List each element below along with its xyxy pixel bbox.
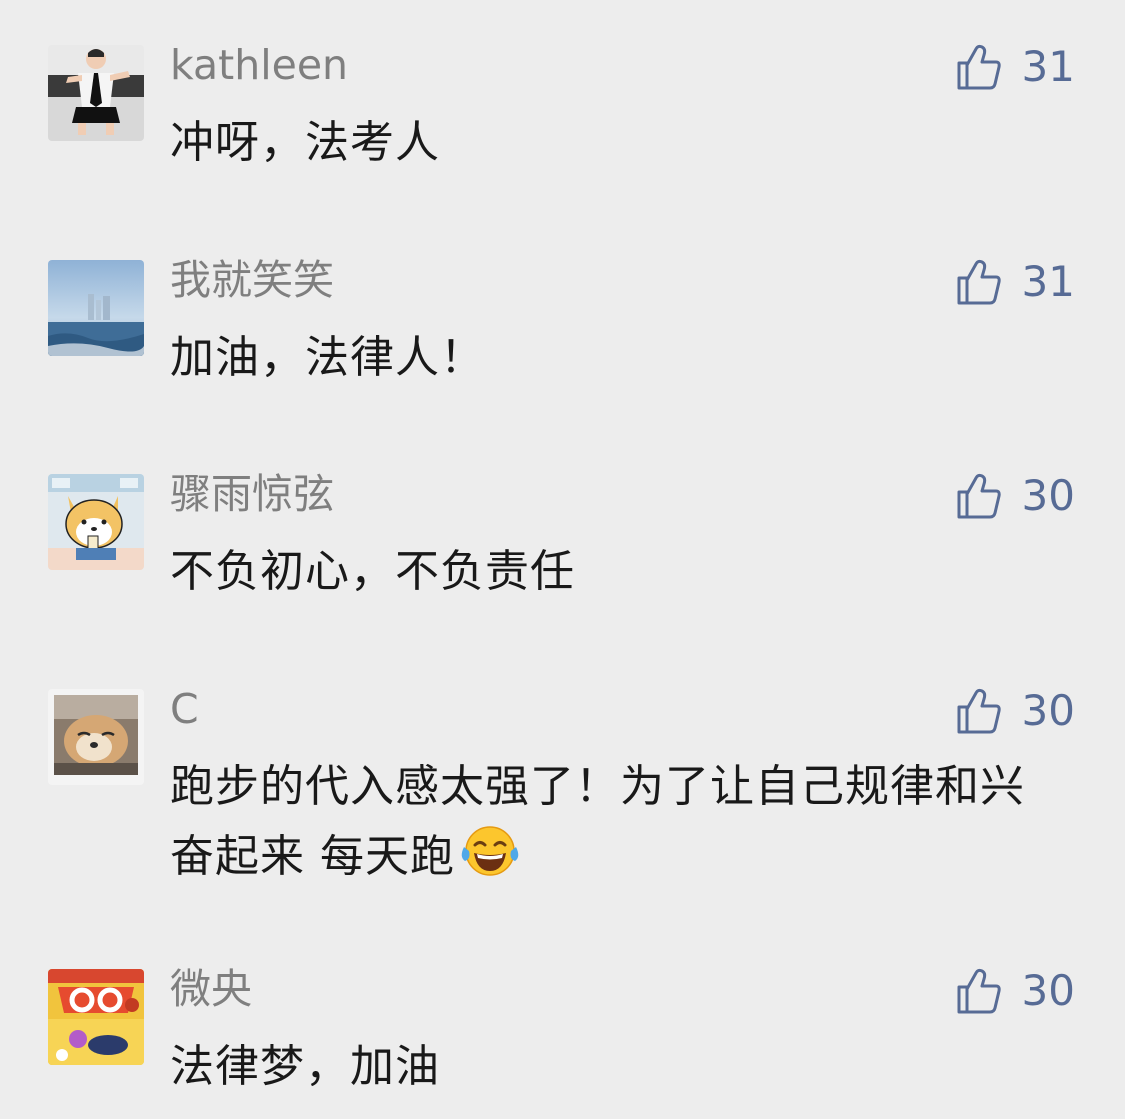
thumbs-up-icon <box>957 688 1001 734</box>
comment-text: 法律梦，加油 <box>170 1041 440 1092</box>
nickname[interactable]: C <box>170 683 199 735</box>
like-count: 30 <box>1021 966 1075 1015</box>
like-count: 30 <box>1021 471 1075 520</box>
city-sea-avatar <box>48 260 144 356</box>
nickname[interactable]: 骤雨惊弦 <box>170 468 334 520</box>
thumbs-up-icon <box>957 968 1001 1014</box>
avatar[interactable] <box>48 689 144 785</box>
like-count: 31 <box>1021 257 1075 306</box>
nickname[interactable]: 微央 <box>170 963 252 1015</box>
shiba-dog-avatar <box>48 689 144 785</box>
cartoon-dog-avatar <box>48 474 144 570</box>
baby-photo-avatar <box>48 45 144 141</box>
avatar[interactable] <box>48 45 144 141</box>
like-button[interactable]: 31 <box>956 256 1075 308</box>
comment-text: 不负初心，不负责任 <box>170 546 575 597</box>
like-button[interactable]: 31 <box>956 41 1075 93</box>
comment-text: 加油，法律人！ <box>170 332 485 383</box>
like-button[interactable]: 30 <box>956 965 1075 1017</box>
like-count: 31 <box>1021 42 1075 91</box>
nickname[interactable]: 我就笑笑 <box>170 254 334 306</box>
thumbs-up-icon <box>957 259 1001 305</box>
comment-text: 冲呀，法考人 <box>170 117 440 168</box>
comment-text-body: 跑步的代入感太强了！为了让自己规律和兴奋起来 每天跑 <box>170 761 1025 882</box>
avatar[interactable] <box>48 474 144 570</box>
thumbs-up-icon <box>957 44 1001 90</box>
avatar[interactable] <box>48 260 144 356</box>
comment-list: kathleen 冲呀，法考人 31 我就笑笑 加油，法律人！ 31 骤雨惊弦 … <box>0 0 1125 1119</box>
like-count: 30 <box>1021 686 1075 735</box>
thumbs-up-icon <box>957 473 1001 519</box>
avatar[interactable] <box>48 969 144 1065</box>
comment-text: 跑步的代入感太强了！为了让自己规律和兴奋起来 每天跑 <box>170 753 1060 891</box>
like-button[interactable]: 30 <box>956 685 1075 737</box>
like-button[interactable]: 30 <box>956 470 1075 522</box>
nickname[interactable]: kathleen <box>170 39 348 91</box>
phonics-go-book-avatar <box>48 969 144 1065</box>
tears-of-joy-emoji <box>457 821 523 881</box>
